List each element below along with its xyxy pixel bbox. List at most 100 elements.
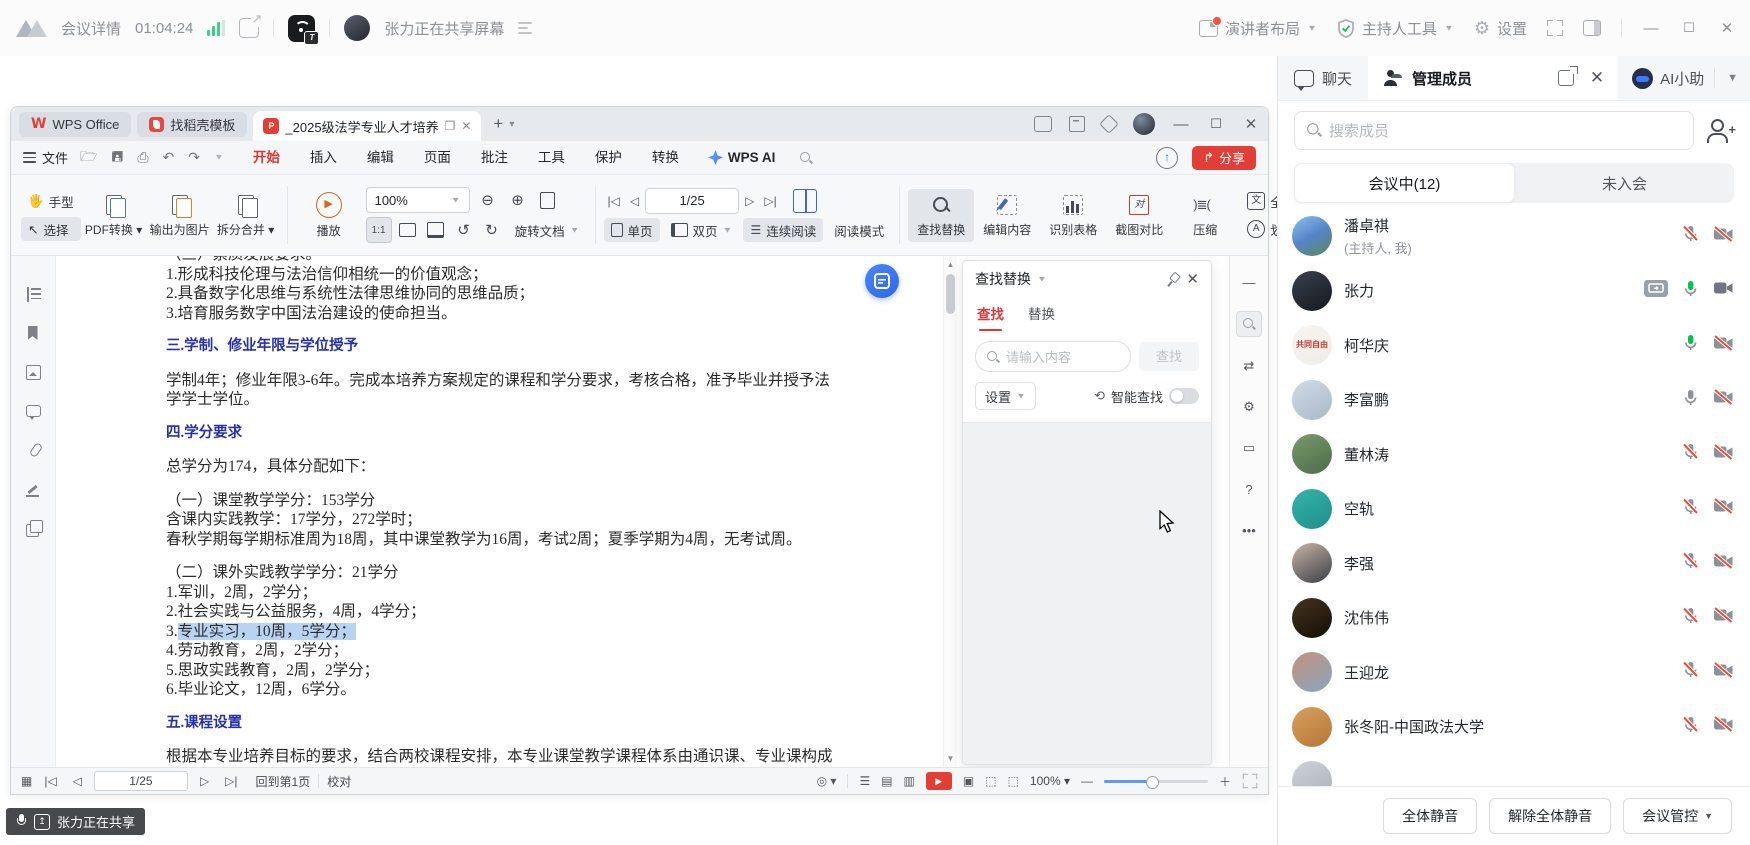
screenshot-tool-icon[interactable] xyxy=(1034,116,1052,132)
compress-button[interactable]: )≣( 压缩 xyxy=(1172,189,1238,242)
find-panel-close-icon[interactable]: ✕ xyxy=(1186,270,1199,288)
member-search-input[interactable]: 搜索成员 xyxy=(1294,111,1694,150)
menu-item-2[interactable]: 编辑 xyxy=(352,141,409,174)
unmute-all-button[interactable]: 解除全体静音 xyxy=(1489,798,1611,834)
next-page-button[interactable]: ▷ xyxy=(741,194,758,208)
first-page-button[interactable]: |◁ xyxy=(604,194,624,208)
find-tab[interactable]: 查找 xyxy=(977,303,1004,331)
quickbar-chevron[interactable]: ▼ xyxy=(214,153,224,162)
double-page-button[interactable]: 双页▼ xyxy=(664,218,740,242)
meeting-control-button[interactable]: 会议管控▼ xyxy=(1623,798,1732,834)
help-icon[interactable]: ? xyxy=(1237,477,1261,501)
maximize-button[interactable]: ☐ xyxy=(1680,20,1698,36)
member-row[interactable]: 潘卓祺(主持人, 我) xyxy=(1278,209,1750,264)
wps-home-tab[interactable]: W WPS Office xyxy=(19,112,131,137)
camera-off-icon[interactable] xyxy=(1713,716,1734,737)
hand-tool-button[interactable]: 🖐手型 xyxy=(21,189,81,213)
replace-tab[interactable]: 替换 xyxy=(1028,303,1055,331)
document-tab-active[interactable]: P _2025级法学专业人才培养 ❐ ✕ xyxy=(253,111,481,141)
member-row[interactable]: 王迎龙 xyxy=(1278,645,1750,700)
find-panel-chevron[interactable]: ▼ xyxy=(1037,275,1047,284)
camera-off-icon[interactable] xyxy=(1713,498,1734,519)
mic-icon[interactable] xyxy=(1681,279,1700,303)
status-fullscreen-icon[interactable] xyxy=(1243,774,1257,788)
camera-off-icon[interactable] xyxy=(1713,389,1734,410)
undo-icon[interactable]: ↶ xyxy=(163,149,175,166)
add-member-button[interactable]: + xyxy=(1704,117,1734,143)
fit-window-icon[interactable] xyxy=(424,218,448,242)
cloud-upload-icon[interactable]: ↑ xyxy=(1156,147,1178,169)
zoom-out-icon[interactable]: ⊖ xyxy=(476,188,500,212)
menu-item-7[interactable]: 转换 xyxy=(637,141,694,174)
thumbnail-icon[interactable] xyxy=(25,364,42,381)
prev-page-button[interactable]: ◁ xyxy=(626,194,643,208)
comment-icon[interactable] xyxy=(25,403,42,420)
mic-muted-icon[interactable] xyxy=(1681,497,1700,521)
layers-icon[interactable] xyxy=(25,520,42,537)
last-page-button[interactable]: ▷| xyxy=(760,194,780,208)
camera-off-icon[interactable] xyxy=(1713,444,1734,465)
cast-broadcast-icon[interactable]: T xyxy=(288,15,315,42)
camera-off-icon[interactable] xyxy=(1713,662,1734,683)
member-row[interactable] xyxy=(1278,754,1750,786)
network-signal-icon[interactable] xyxy=(207,20,225,36)
nav-map-icon[interactable]: ▭ xyxy=(1237,436,1261,460)
settings-button[interactable]: ⚙ 设置 xyxy=(1474,18,1527,39)
file-menu[interactable]: 文件 xyxy=(23,148,68,167)
camera-off-icon[interactable] xyxy=(1713,607,1734,628)
scroll-thumb[interactable] xyxy=(946,274,955,314)
play-button[interactable]: ▶ 播放 xyxy=(296,188,362,243)
meeting-detail-button[interactable]: 会议详情 xyxy=(61,18,121,39)
split-merge-button[interactable]: 拆分合并 ▾ xyxy=(213,189,279,242)
page-number-box[interactable]: 1/25 xyxy=(645,188,739,214)
tab-close-icon[interactable]: ✕ xyxy=(461,119,471,133)
menu-search-icon[interactable] xyxy=(799,151,813,165)
mic-icon[interactable] xyxy=(1681,388,1700,412)
find-input[interactable]: 请输入内容 xyxy=(975,341,1131,372)
wps-ai-menu[interactable]: WPS AI xyxy=(694,150,790,165)
wps-maximize-button[interactable]: ☐ xyxy=(1207,116,1225,132)
find-settings-button[interactable]: 设置▼ xyxy=(975,382,1036,410)
screenshot-compare-button[interactable]: 对 截图对比 xyxy=(1106,189,1172,242)
mic-icon[interactable] xyxy=(1681,333,1700,357)
convert-tool-icon[interactable]: ⇄ xyxy=(1237,354,1261,378)
menu-item-3[interactable]: 页面 xyxy=(409,141,466,174)
tab-ai-assistant[interactable]: AI小助手 xyxy=(1618,56,1714,100)
tab-chat[interactable]: 聊天 xyxy=(1278,56,1368,100)
close-panel-icon[interactable]: ✕ xyxy=(1590,68,1604,88)
theme-skin-icon[interactable] xyxy=(1099,114,1119,134)
mic-muted-icon[interactable] xyxy=(1681,224,1700,248)
menu-item-4[interactable]: 批注 xyxy=(466,141,523,174)
segment-in-meeting[interactable]: 会议中(12) xyxy=(1294,163,1515,203)
find-submit-button[interactable]: 查找 xyxy=(1139,342,1199,371)
proofread-button[interactable]: 校对 xyxy=(327,773,351,790)
mic-muted-icon[interactable] xyxy=(1681,606,1700,630)
mic-muted-icon[interactable] xyxy=(1681,660,1700,684)
zoom-percent-select[interactable]: 100%▼ xyxy=(366,187,470,213)
mute-all-button[interactable]: 全体静音 xyxy=(1383,798,1477,834)
member-row[interactable]: 董林涛 xyxy=(1278,427,1750,482)
share-button[interactable]: ↱ 分享 xyxy=(1192,146,1256,170)
actual-size-button[interactable]: 1:1 xyxy=(366,217,392,243)
new-tab-button[interactable]: + xyxy=(493,114,503,134)
rotate-doc-button[interactable]: 旋转文档▼ xyxy=(508,218,587,242)
camera-off-icon[interactable] xyxy=(1713,553,1734,574)
zoom-slider-knob[interactable] xyxy=(1146,776,1159,789)
member-row[interactable]: 共同自由柯华庆 xyxy=(1278,318,1750,373)
status-page-box[interactable]: 1/25 xyxy=(94,771,188,791)
signature-icon[interactable] xyxy=(25,481,42,498)
tab-manage-members[interactable]: 管理成员 xyxy=(1368,56,1558,100)
status-layout-icon[interactable]: ▦ xyxy=(21,774,32,788)
tab-preview-icon[interactable]: ❐ xyxy=(445,119,456,133)
search-tool-icon[interactable] xyxy=(1236,311,1262,337)
camera-off-icon[interactable] xyxy=(1713,226,1734,247)
rotate-right-icon[interactable]: ↻ xyxy=(480,218,504,242)
bookmark-icon[interactable] xyxy=(25,325,42,342)
width-fit-icon[interactable]: ⬚ xyxy=(985,774,996,788)
pdf-page[interactable]: （三）素质发展要求。1.形成科技伦理与法治信仰相统一的价值观念；2.具备数字化思… xyxy=(56,256,1229,767)
more-tools-icon[interactable]: ••• xyxy=(1237,518,1261,542)
open-external-icon[interactable] xyxy=(239,18,259,38)
present-play-button[interactable]: ▶ xyxy=(926,772,952,790)
redo-icon[interactable]: ↷ xyxy=(188,149,200,166)
scroll-down-arrow[interactable]: ▼ xyxy=(944,752,957,765)
